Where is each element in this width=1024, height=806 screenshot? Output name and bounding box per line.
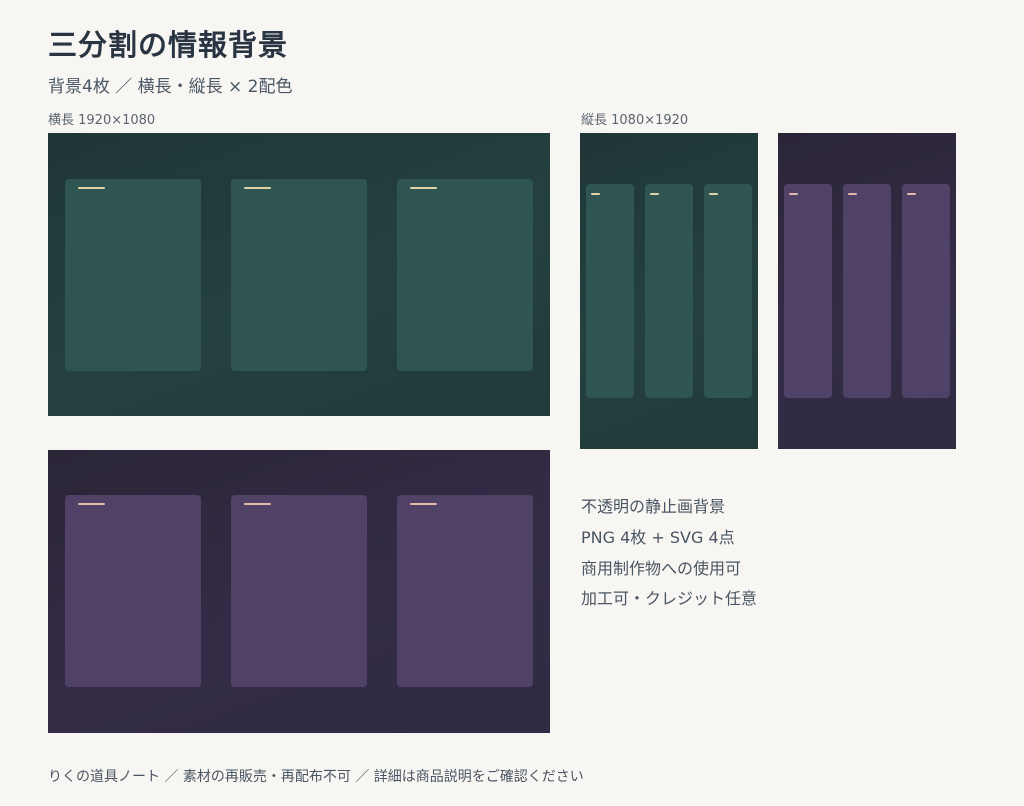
panel [65,179,201,371]
panel-accent-line [78,187,105,189]
panel-accent-line [789,193,798,195]
footer-note: りくの道具ノート ／ 素材の再販売・再配布不可 ／ 詳細は商品説明をご確認くださ… [48,769,584,785]
panel-accent-line [244,187,271,189]
panel-accent-line [410,187,437,189]
panel [784,184,832,398]
panel-accent-line [244,503,271,505]
panel [586,184,634,398]
panel [843,184,891,398]
landscape-label: 横長 1920×1080 [48,113,156,128]
landscape-purple-preview [48,450,550,733]
panel [645,184,693,398]
feature-item: PNG 4枚 + SVG 4点 [581,528,735,547]
panel-accent-line [591,193,600,195]
panel [65,495,201,687]
panel [704,184,752,398]
feature-item: 加工可・クレジット任意 [581,589,758,608]
page-subtitle: 背景4枚 ／ 横長・縦長 × 2配色 [48,77,293,97]
panel [397,495,533,687]
panel-accent-line [78,503,105,505]
portrait-purple-preview [778,133,956,449]
feature-item: 商用制作物への使用可 [581,559,742,578]
portrait-green-preview [580,133,758,449]
page-title: 三分割の情報背景 [48,28,289,62]
panel-accent-line [709,193,718,195]
panel-accent-line [650,193,659,195]
panel-accent-line [848,193,857,195]
panel [231,495,367,687]
panel [397,179,533,371]
panel-accent-line [907,193,916,195]
panel [231,179,367,371]
feature-item: 不透明の静止画背景 [581,497,726,516]
panel [902,184,950,398]
portrait-label: 縦長 1080×1920 [581,113,689,128]
landscape-green-preview [48,133,550,416]
panel-accent-line [410,503,437,505]
